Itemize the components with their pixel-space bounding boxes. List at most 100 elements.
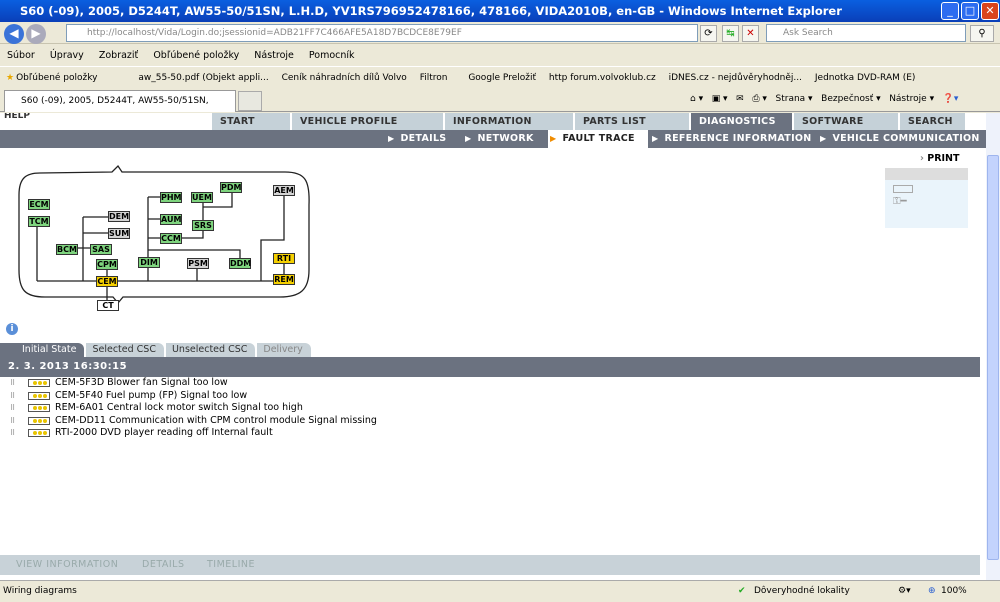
csc-tabs: Initial State Selected CSC Unselected CS… [0,343,980,357]
status-bar: Wiring diagrams ✔ Dôveryhodné lokality ⚙… [0,580,1000,602]
print-icon[interactable]: ⎙ ▾ [752,94,767,104]
module-rti[interactable]: RTI [273,253,295,264]
zoom-icon: ⊕ [928,586,936,596]
minimize-button[interactable]: _ [941,2,959,20]
fault-row[interactable]: ⠿ CEM-DD11 Communication with CPM control… [0,415,600,427]
module-ddm[interactable]: DDM [229,258,251,269]
module-tcm[interactable]: TCM [28,216,50,227]
tab-diagnostics[interactable]: DIAGNOSTICS [691,113,792,130]
module-rem[interactable]: REM [273,274,295,285]
browser-tab[interactable]: S60 (-09), 2005, D5244T, AW55-50/51SN, L… [4,90,236,126]
tab-information[interactable]: INFORMATION [445,113,573,130]
tab-delivery[interactable]: Delivery [257,343,311,357]
key-icon[interactable]: ⚿━ [893,196,907,207]
forward-button[interactable]: ▶ [26,24,46,44]
drag-handle-icon[interactable]: ⠿ [10,402,15,414]
module-phm[interactable]: PHM [160,192,182,203]
favorites-button[interactable]: Obľúbené položky [16,73,97,83]
menu-favorites[interactable]: Obľúbené položky [153,50,239,61]
menu-edit[interactable]: Úpravy [50,50,84,61]
mail-icon[interactable]: ✉ [736,94,744,104]
refresh-button[interactable]: ⟳ [700,25,717,42]
drag-handle-icon[interactable]: ⠿ [10,415,15,427]
tab-search[interactable]: SEARCH [900,113,965,130]
close-button[interactable]: ✕ [981,2,999,20]
menu-help[interactable]: Pomocník [309,50,355,61]
module-sas[interactable]: SAS [90,244,112,255]
protected-mode-icon[interactable]: ⚙▾ [898,581,911,601]
favorites-bar: ★ Obľúbené položky aw_55-50.pdf (Objekt a… [0,66,1000,88]
address-input[interactable]: http://localhost/Vida/Login.do;jsessioni… [66,24,698,42]
go-button[interactable]: ↹ [722,25,739,42]
module-cpm[interactable]: CPM [96,259,118,270]
subtab-details[interactable]: ▶ DETAILS [388,130,446,148]
dtc-icon [28,379,50,387]
favorite-link[interactable]: Google Preložiť [468,73,536,83]
search-input[interactable]: Ask Search [766,24,966,42]
module-pdm[interactable]: PDM [220,182,242,193]
home-icon[interactable]: ⌂ ▾ [690,94,703,104]
module-uem[interactable]: UEM [191,192,213,203]
tab-unselected-csc[interactable]: Unselected CSC [165,343,256,357]
view-information-button[interactable]: VIEW INFORMATION [16,555,118,575]
favorite-link[interactable]: iDNES.cz - nejdůvěryhodněj... [669,73,802,83]
menu-file[interactable]: Súbor [7,50,35,61]
subtab-fault-trace[interactable]: ▶ FAULT TRACE [548,130,648,148]
favorite-link[interactable]: http forum.volvoklub.cz [549,73,656,83]
fault-text: RTI-2000 DVD player reading off Internal… [55,427,273,438]
module-dem[interactable]: DEM [108,211,130,222]
module-srs[interactable]: SRS [192,220,214,231]
module-sum[interactable]: SUM [108,228,130,239]
security-zone[interactable]: Dôveryhodné lokality [754,581,850,601]
page-menu[interactable]: Strana [776,94,806,104]
drag-handle-icon[interactable]: ⠿ [10,377,15,389]
fault-row[interactable]: ⠿ RTI-2000 DVD player reading off Interna… [0,427,600,439]
module-bcm[interactable]: BCM [56,244,78,255]
timestamp-header: 2. 3. 2013 16:30:15 [0,357,980,377]
fault-row[interactable]: ⠿ CEM-5F40 Fuel pump (FP) Signal too low [0,390,600,402]
new-tab-button[interactable] [238,91,262,111]
module-dim[interactable]: DIM [138,257,160,268]
timeline-button[interactable]: TIMELINE [207,555,255,575]
favorite-link[interactable]: Filtron [420,73,448,83]
menu-tools[interactable]: Nástroje [254,50,294,61]
tab-parts-list[interactable]: PARTS LIST [575,113,689,130]
search-icon[interactable]: ⚲ [970,25,994,42]
page-content: HELP START VEHICLE PROFILE INFORMATION P… [0,113,986,580]
ecu-icon[interactable] [893,185,913,193]
maximize-button[interactable]: □ [961,2,979,20]
drag-handle-icon[interactable]: ⠿ [10,427,15,439]
tab-selected-csc[interactable]: Selected CSC [86,343,164,357]
stop-button[interactable]: ✕ [742,25,759,42]
check-icon: ✔ [738,586,746,596]
subtab-reference-information[interactable]: ▶ REFERENCE INFORMATION [652,130,812,148]
tools-menu[interactable]: Nástroje [889,94,927,104]
favorite-link[interactable]: Ceník náhradních dílů Volvo [282,73,407,83]
zoom-level[interactable]: 100% [941,581,967,601]
help-icon[interactable]: ❓▾ [943,94,959,104]
module-ecm[interactable]: ECM [28,199,50,210]
favorite-link[interactable]: Jednotka DVD-RAM (E) [815,73,916,83]
subtab-network[interactable]: ▶ NETWORK [465,130,534,148]
module-aem[interactable]: AEM [273,185,295,196]
drag-handle-icon[interactable]: ⠿ [10,390,15,402]
module-ct[interactable]: CT [97,300,119,311]
menu-view[interactable]: Zobraziť [99,50,138,61]
module-cem[interactable]: CEM [96,276,118,287]
module-aum[interactable]: AUM [160,214,182,225]
scrollbar-thumb[interactable] [987,155,999,560]
print-link[interactable]: › PRINT [920,153,959,164]
module-psm[interactable]: PSM [187,258,209,269]
feeds-icon[interactable]: ▣ ▾ [712,94,728,104]
tab-initial-state[interactable]: Initial State [0,343,85,357]
fault-row[interactable]: ⠿ REM-6A01 Central lock motor switch Sign… [0,402,600,414]
module-ccm[interactable]: CCM [160,233,182,244]
favorite-link[interactable]: aw_55-50.pdf (Objekt appli... [138,73,268,83]
fault-row[interactable]: ⠿ CEM-5F3D Blower fan Signal too low [0,377,600,389]
subtab-vehicle-communication[interactable]: ▶ VEHICLE COMMUNICATION [820,130,980,148]
info-icon[interactable]: i [6,323,18,335]
tab-software[interactable]: SOFTWARE [794,113,898,130]
back-button[interactable]: ◀ [4,24,24,44]
details-button[interactable]: DETAILS [142,555,185,575]
safety-menu[interactable]: Bezpečnosť [821,94,873,104]
